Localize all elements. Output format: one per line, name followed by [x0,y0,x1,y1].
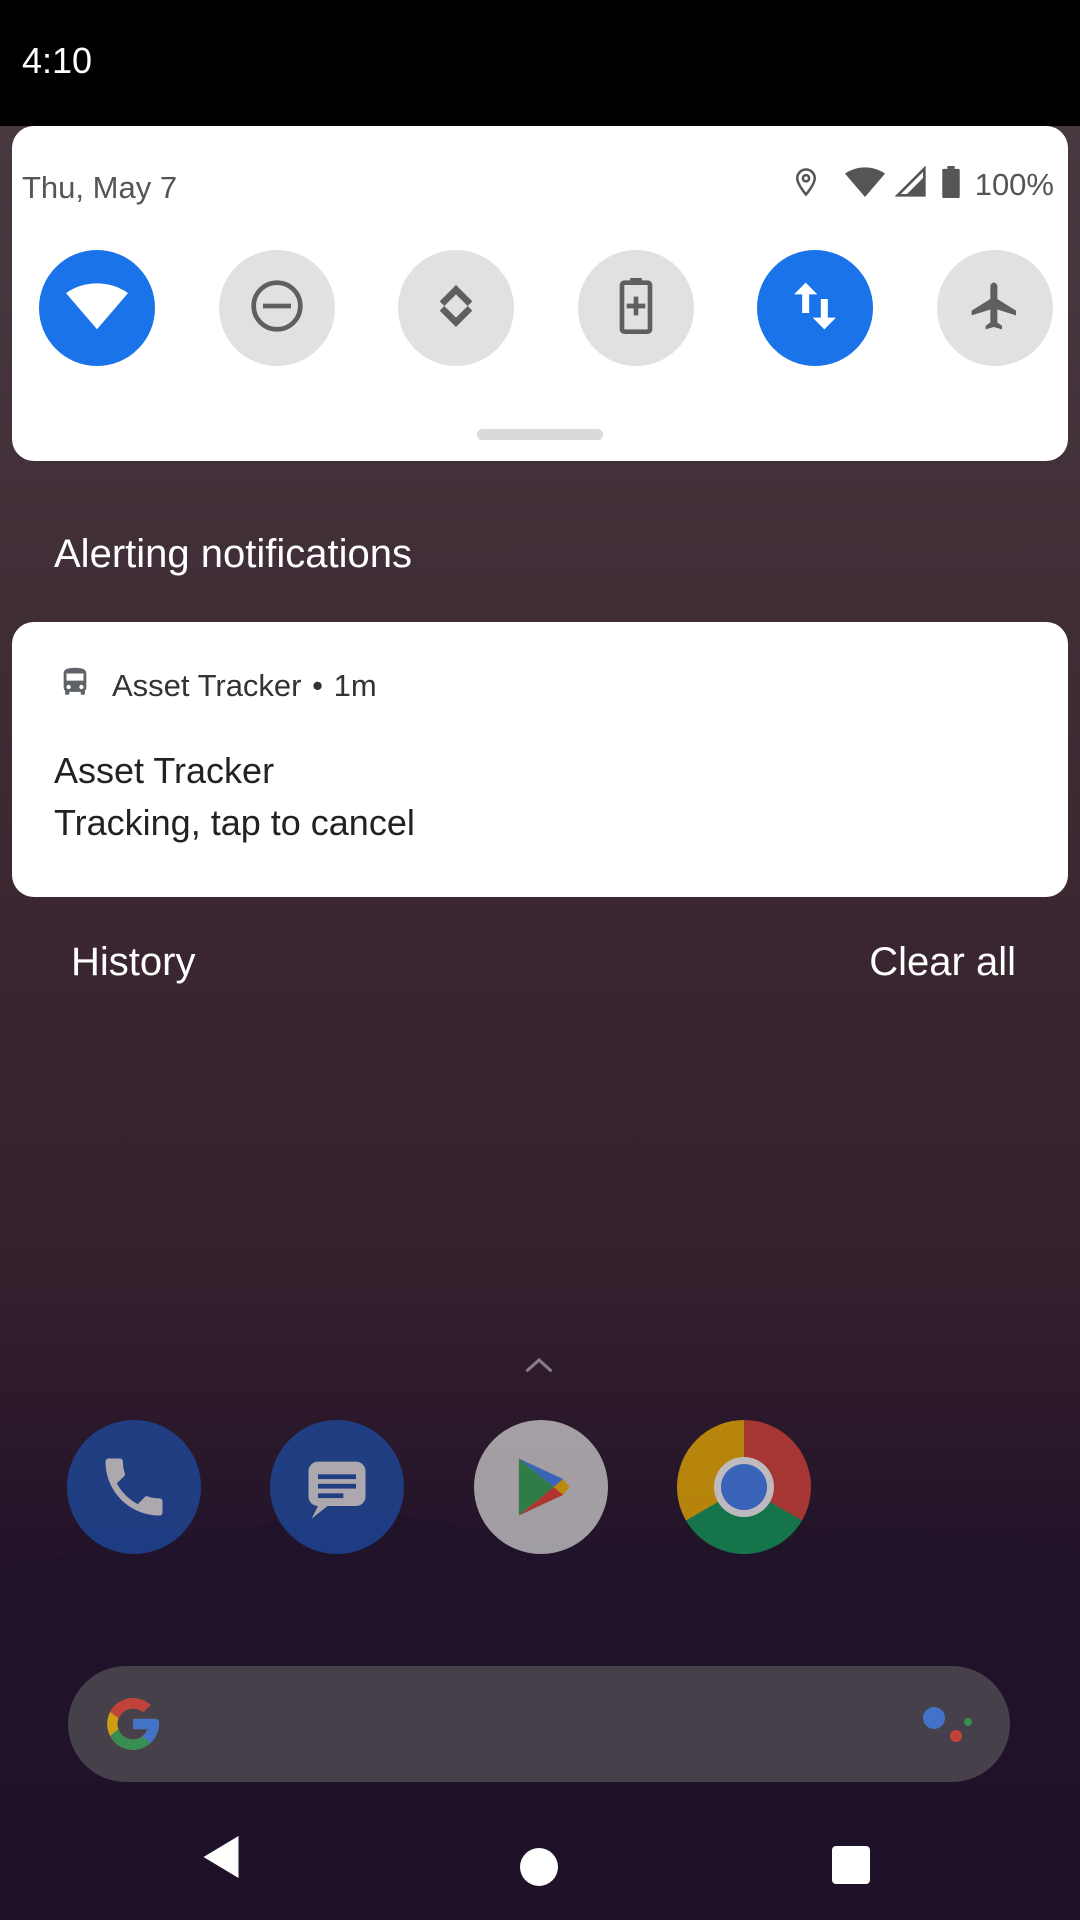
google-search-bar[interactable] [68,1666,1010,1782]
battery-percent: 100% [974,166,1054,202]
mobile-data-icon [791,278,839,339]
status-bar: 4:10 [0,0,1080,126]
tile-wifi[interactable] [39,250,155,366]
alerting-notifications-title: Alerting notifications [54,532,412,576]
notification-time: 1m [333,668,377,703]
location-icon [791,164,821,205]
messages-app-icon[interactable] [270,1420,405,1554]
quick-settings-panel: Thu, May 7 100% [12,126,1068,461]
app-drawer-chevron-icon[interactable] [524,1355,554,1380]
do-not-disturb-icon [249,278,305,339]
clear-all-button[interactable]: Clear all [869,940,1016,985]
qs-drag-handle[interactable] [477,429,603,440]
notification-title: Asset Tracker [54,750,275,791]
tile-do-not-disturb[interactable] [218,250,335,366]
home-dock [67,1420,811,1554]
qs-date[interactable]: Thu, May 7 [22,170,177,206]
google-assistant-icon[interactable] [916,1700,976,1755]
notification-app-name: Asset Tracker [112,668,302,703]
recents-icon[interactable] [832,1846,870,1884]
notification-card[interactable]: Asset Tracker • 1m Asset Tracker Trackin… [12,622,1068,897]
notification-header: Asset Tracker • 1m [58,664,377,708]
bus-icon [58,664,92,708]
home-icon[interactable] [520,1848,558,1886]
notification-text: Tracking, tap to cancel [54,802,415,843]
tile-mobile-data[interactable] [757,250,874,366]
auto-rotate-icon [428,278,484,339]
battery-icon [941,166,961,203]
notification-separator: • [312,668,323,703]
wifi-icon [844,166,885,203]
phone-app-icon[interactable] [67,1420,201,1554]
play-store-app-icon[interactable] [473,1420,608,1554]
quick-settings-tiles [39,250,1053,366]
tile-battery-saver[interactable] [577,250,694,366]
google-logo-icon [102,1693,164,1760]
airplane-icon [967,278,1023,339]
cellular-signal-icon [894,165,927,203]
tile-auto-rotate[interactable] [398,250,515,366]
tile-airplane-mode[interactable] [936,250,1053,366]
back-icon[interactable] [200,1834,242,1885]
status-time: 4:10 [22,40,93,81]
navigation-bar [0,1810,1080,1920]
qs-status-icons: 100% [791,164,1054,205]
battery-saver-icon [616,277,656,339]
chrome-app-icon[interactable] [676,1420,811,1554]
wifi-icon [66,282,128,335]
history-button[interactable]: History [71,940,195,985]
